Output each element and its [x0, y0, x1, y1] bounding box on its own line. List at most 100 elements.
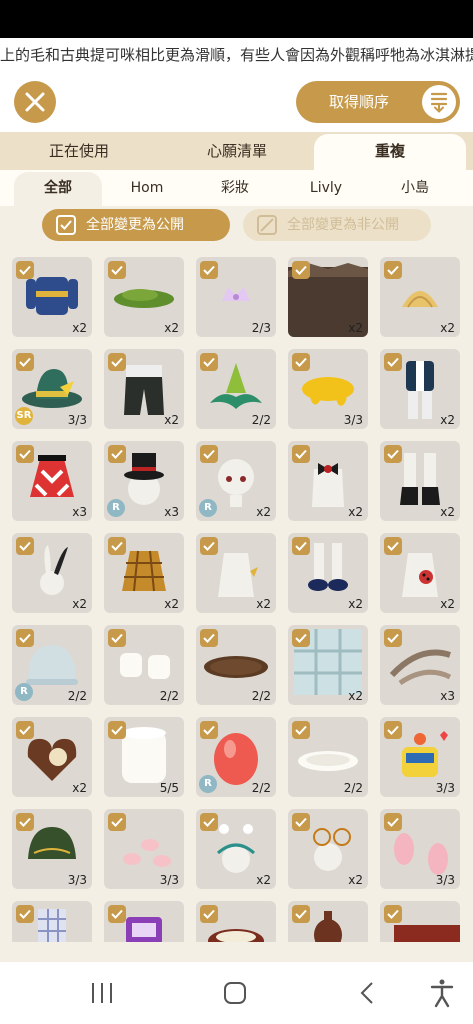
item-card-heart-cookie[interactable]: x2 — [12, 717, 92, 797]
accessibility-icon[interactable] — [422, 976, 462, 1010]
item-card-bowl[interactable] — [196, 901, 276, 942]
item-card-navy-shoes[interactable]: x2 — [288, 533, 368, 613]
checkbox-checked-icon[interactable] — [200, 629, 218, 647]
checkbox-checked-icon[interactable] — [384, 629, 402, 647]
item-card-green-flower-hat[interactable]: 2/2 — [196, 349, 276, 429]
close-button[interactable] — [14, 81, 56, 123]
checkbox-checked-icon[interactable] — [292, 261, 310, 279]
item-card-marshmallows[interactable]: 2/2 — [104, 625, 184, 705]
item-card-ladybug-top[interactable]: x2 — [380, 533, 460, 613]
item-card-round-glasses[interactable]: x2 — [288, 809, 368, 889]
item-card-plaid-skirt[interactable]: x2 — [104, 533, 184, 613]
subtab-livly[interactable]: Livly — [288, 172, 364, 206]
checkbox-checked-icon[interactable] — [16, 353, 34, 371]
item-card-red-egg[interactable]: R 2/2 — [196, 717, 276, 797]
item-card-green-cap[interactable]: 3/3 — [12, 809, 92, 889]
checkbox-checked-icon[interactable] — [108, 261, 126, 279]
item-card-top-hat[interactable]: Rx3 — [104, 441, 184, 521]
checkbox-checked-icon[interactable] — [16, 261, 34, 279]
checkbox-checked-icon[interactable] — [200, 813, 218, 831]
item-card-moss[interactable]: x2 — [104, 257, 184, 337]
item-card-doll-face[interactable]: Rx2 — [196, 441, 276, 521]
item-card-dark-wall[interactable]: x2 — [288, 257, 368, 337]
back-icon[interactable] — [348, 976, 388, 1010]
subtab-makeup[interactable]: 彩妝 — [198, 172, 272, 206]
recent-apps-icon[interactable] — [82, 976, 122, 1010]
make-all-private-button[interactable]: 全部變更為非公開 — [243, 209, 431, 241]
checkbox-checked-icon[interactable] — [384, 813, 402, 831]
checkbox-checked-icon[interactable] — [292, 721, 310, 739]
checkbox-checked-icon[interactable] — [16, 813, 34, 831]
item-card-bunny-ears[interactable]: x2 — [12, 533, 92, 613]
item-card-pink-petals[interactable]: 3/3 — [104, 809, 184, 889]
checkbox-checked-icon[interactable] — [292, 813, 310, 831]
item-card-black-pants[interactable]: x2 — [104, 349, 184, 429]
checkbox-checked-icon[interactable] — [200, 353, 218, 371]
item-card-pink-leaves[interactable]: 3/3 — [380, 809, 460, 889]
item-card-white-cylinder[interactable]: 5/5 — [104, 717, 184, 797]
checkbox-checked-icon[interactable] — [16, 905, 34, 923]
sort-icon[interactable] — [422, 85, 456, 119]
item-card-shell[interactable]: x2 — [380, 257, 460, 337]
checkbox-checked-icon[interactable] — [108, 905, 126, 923]
checkbox-checked-icon[interactable] — [292, 353, 310, 371]
checkbox-checked-icon[interactable] — [384, 353, 402, 371]
checkbox-checked-icon[interactable] — [16, 445, 34, 463]
checkbox-checked-icon[interactable] — [108, 721, 126, 739]
sort-order-button[interactable]: 取得順序 — [296, 81, 460, 123]
tab-duplicates[interactable]: 重複 — [314, 134, 466, 170]
item-card-glass-dome[interactable]: R 2/2 — [12, 625, 92, 705]
subtab-all[interactable]: 全部 — [14, 172, 102, 206]
checkbox-checked-icon[interactable] — [16, 537, 34, 555]
checkbox-checked-icon[interactable] — [200, 721, 218, 739]
make-all-public-button[interactable]: 全部變更為公開 — [42, 209, 230, 241]
checkbox-checked-icon[interactable] — [108, 445, 126, 463]
checkbox-checked-icon[interactable] — [200, 537, 218, 555]
item-count: x2 — [72, 597, 87, 611]
item-card-black-boots[interactable]: x2 — [380, 441, 460, 521]
item-card-red-block[interactable] — [380, 901, 460, 942]
checkbox-checked-icon[interactable] — [384, 905, 402, 923]
item-card-window[interactable]: x2 — [288, 625, 368, 705]
item-card-round-rug[interactable]: 2/2 — [196, 625, 276, 705]
checkbox-checked-icon[interactable] — [292, 629, 310, 647]
checkbox-checked-icon[interactable] — [16, 721, 34, 739]
item-card-uniform[interactable]: x2 — [380, 349, 460, 429]
checkbox-checked-icon[interactable] — [16, 629, 34, 647]
checkbox-checked-icon[interactable] — [108, 537, 126, 555]
item-card-crown[interactable]: 2/3 — [196, 257, 276, 337]
item-card-plaid-sock[interactable] — [12, 901, 92, 942]
checkbox-checked-icon[interactable] — [200, 445, 218, 463]
checkbox-checked-icon[interactable] — [384, 721, 402, 739]
item-card-green-hat[interactable]: SR 3/3 — [12, 349, 92, 429]
checkbox-checked-icon[interactable] — [108, 353, 126, 371]
checkbox-checked-icon[interactable] — [108, 813, 126, 831]
item-card-flower-headband[interactable]: x2 — [196, 809, 276, 889]
item-card-sweater[interactable]: x2 — [12, 257, 92, 337]
checkbox-checked-icon[interactable] — [292, 905, 310, 923]
item-card-white-plate[interactable]: 2/2 — [288, 717, 368, 797]
checkbox-checked-icon[interactable] — [200, 905, 218, 923]
tab-in-use[interactable]: 正在使用 — [0, 134, 158, 170]
item-card-yellow-splash[interactable]: 3/3 — [288, 349, 368, 429]
checkbox-checked-icon[interactable] — [292, 537, 310, 555]
tab-wishlist[interactable]: 心願清單 — [158, 134, 316, 170]
item-card-feathers[interactable]: x3 — [380, 625, 460, 705]
item-card-alarm-jar[interactable]: 3/3 — [380, 717, 460, 797]
item-card-checker-dress[interactable]: x3 — [12, 441, 92, 521]
home-icon[interactable] — [215, 976, 255, 1010]
checkbox-checked-icon[interactable] — [384, 445, 402, 463]
item-card-bow-vest[interactable]: x2 — [288, 441, 368, 521]
status-bar — [0, 0, 473, 38]
checkbox-checked-icon[interactable] — [384, 261, 402, 279]
subtab-island[interactable]: 小島 — [378, 172, 452, 206]
item-card-purple-gadget[interactable] — [104, 901, 184, 942]
item-card-vase[interactable] — [288, 901, 368, 942]
checkbox-checked-icon[interactable] — [200, 261, 218, 279]
item-count: x2 — [440, 505, 455, 519]
item-card-white-top[interactable]: x2 — [196, 533, 276, 613]
checkbox-checked-icon[interactable] — [384, 537, 402, 555]
subtab-hom[interactable]: Hom — [110, 172, 184, 206]
checkbox-checked-icon[interactable] — [292, 445, 310, 463]
checkbox-checked-icon[interactable] — [108, 629, 126, 647]
